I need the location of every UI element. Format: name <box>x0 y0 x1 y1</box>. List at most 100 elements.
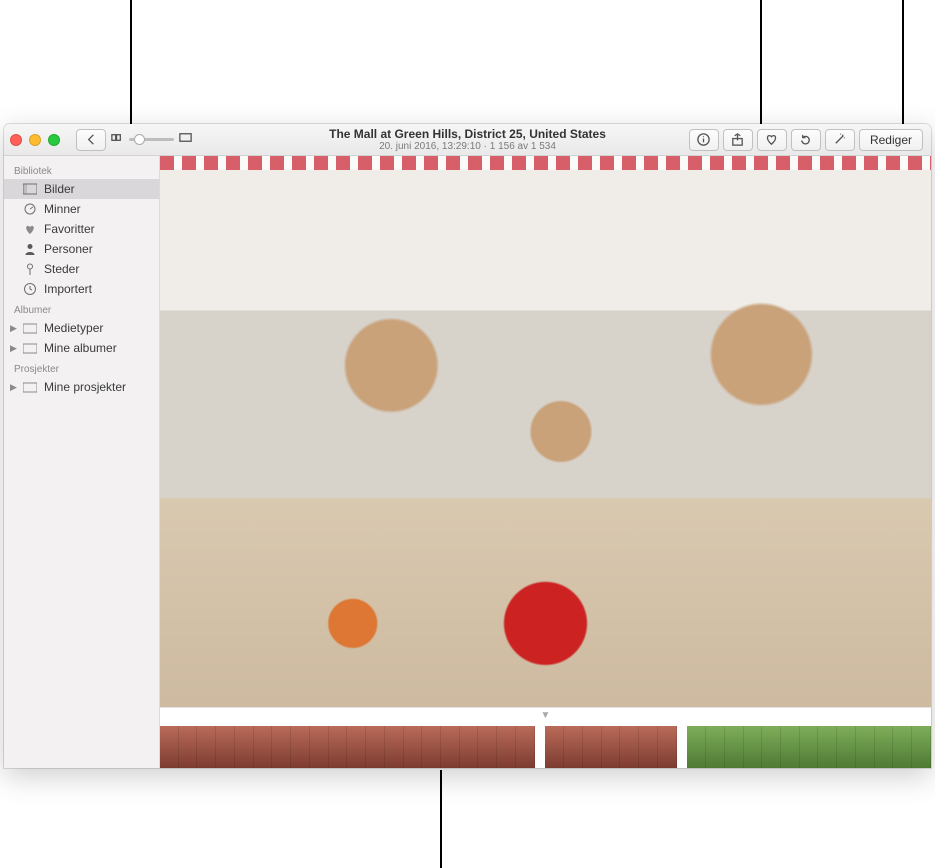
thumbnail[interactable] <box>516 726 535 768</box>
thumbnail[interactable] <box>385 726 404 768</box>
sidebar-item-myprojects[interactable]: ▶ Mine prosjekter <box>4 377 159 397</box>
thumbnail[interactable] <box>875 726 894 768</box>
fullscreen-button[interactable] <box>48 134 60 146</box>
photo-viewer[interactable] <box>160 156 931 707</box>
thumbnail[interactable] <box>160 726 179 768</box>
heart-icon <box>764 132 779 147</box>
main-content: ▼ <box>160 156 931 768</box>
zoom-slider-group <box>110 130 193 150</box>
thumbnail[interactable] <box>179 726 198 768</box>
sidebar-item-myalbums[interactable]: ▶ Mine albumer <box>4 338 159 358</box>
sidebar-item-label: Bilder <box>44 182 75 196</box>
folder-icon <box>22 321 38 335</box>
back-button[interactable] <box>76 129 106 151</box>
auto-enhance-button[interactable] <box>825 129 855 151</box>
callout-line <box>902 0 904 126</box>
favorite-button[interactable] <box>757 129 787 151</box>
right-toolbar: Rediger <box>687 129 925 151</box>
thumbnail[interactable] <box>564 726 583 768</box>
photos-icon <box>22 182 38 196</box>
thumbnail[interactable] <box>706 726 725 768</box>
sidebar-item-photos[interactable]: Bilder <box>4 179 159 199</box>
thumbnail[interactable] <box>781 726 800 768</box>
sidebar-item-imported[interactable]: Importert <box>4 279 159 299</box>
thumbnail[interactable] <box>254 726 273 768</box>
share-icon <box>730 132 745 147</box>
magic-wand-icon <box>832 132 847 147</box>
disclosure-triangle-icon[interactable]: ▶ <box>10 382 20 393</box>
thumbnail[interactable] <box>497 726 516 768</box>
minimize-button[interactable] <box>29 134 41 146</box>
thumbnail[interactable] <box>818 726 837 768</box>
sidebar-item-favorites[interactable]: Favoritter <box>4 219 159 239</box>
heart-icon <box>22 222 38 236</box>
sidebar-header-albums: Albumer <box>4 299 159 318</box>
disclosure-triangle-icon[interactable]: ▶ <box>10 343 20 354</box>
info-button[interactable] <box>689 129 719 151</box>
thumbnail[interactable] <box>800 726 819 768</box>
thumbnail[interactable] <box>460 726 479 768</box>
thumbnail[interactable] <box>744 726 763 768</box>
sidebar-item-places[interactable]: Steder <box>4 259 159 279</box>
thumbnail[interactable] <box>837 726 856 768</box>
thumbnail-filmstrip[interactable] <box>160 726 931 768</box>
thumbnail[interactable] <box>762 726 781 768</box>
thumbnail[interactable] <box>856 726 875 768</box>
thumbnail[interactable] <box>687 726 706 768</box>
pin-icon <box>22 262 38 276</box>
sidebar-item-memories[interactable]: Minner <box>4 199 159 219</box>
window-controls <box>10 134 60 146</box>
share-button[interactable] <box>723 129 753 151</box>
thumbnail[interactable] <box>291 726 310 768</box>
thumbnail[interactable] <box>310 726 329 768</box>
thumbnail-gap <box>535 726 546 768</box>
thumbnail[interactable] <box>639 726 658 768</box>
sidebar-item-label: Personer <box>44 242 93 256</box>
disclosure-triangle-icon[interactable]: ▶ <box>10 323 20 334</box>
thumbnail[interactable] <box>478 726 497 768</box>
info-icon <box>696 132 711 147</box>
sidebar-item-label: Steder <box>44 262 79 276</box>
thumbnail[interactable] <box>366 726 385 768</box>
sidebar-item-mediatypes[interactable]: ▶ Medietyper <box>4 318 159 338</box>
callout-line <box>130 0 132 132</box>
chevron-left-icon <box>84 132 99 147</box>
thumbnail[interactable] <box>725 726 744 768</box>
thumbnail[interactable] <box>235 726 254 768</box>
zoom-in-icon <box>178 130 193 150</box>
app-window: The Mall at Green Hills, District 25, Un… <box>4 124 931 768</box>
zoom-slider[interactable] <box>129 138 174 141</box>
edit-button[interactable]: Rediger <box>859 129 923 151</box>
thumbnail[interactable] <box>216 726 235 768</box>
sidebar-item-people[interactable]: Personer <box>4 239 159 259</box>
callout-line <box>440 770 442 868</box>
rotate-button[interactable] <box>791 129 821 151</box>
thumbnail[interactable] <box>347 726 366 768</box>
thumbnail[interactable] <box>272 726 291 768</box>
zoom-slider-thumb[interactable] <box>134 134 145 145</box>
thumbnail[interactable] <box>329 726 348 768</box>
thumbnail[interactable] <box>658 726 677 768</box>
thumbnail[interactable] <box>583 726 602 768</box>
window-body: Bibliotek Bilder Minner Favoritter <box>4 156 931 768</box>
thumbnail[interactable] <box>422 726 441 768</box>
thumbnail[interactable] <box>441 726 460 768</box>
sidebar-item-label: Favoritter <box>44 222 95 236</box>
thumbnail[interactable] <box>893 726 912 768</box>
titlebar: The Mall at Green Hills, District 25, Un… <box>4 124 931 156</box>
thumbnail[interactable] <box>912 726 931 768</box>
rotate-icon <box>798 132 813 147</box>
thumbnail[interactable] <box>197 726 216 768</box>
close-button[interactable] <box>10 134 22 146</box>
thumbnail[interactable] <box>404 726 423 768</box>
photo-image <box>160 156 931 707</box>
sidebar-header-projects: Prosjekter <box>4 358 159 377</box>
thumbnail-gap <box>677 726 688 768</box>
thumbnail[interactable] <box>620 726 639 768</box>
callout-line <box>760 0 762 126</box>
sidebar: Bibliotek Bilder Minner Favoritter <box>4 156 160 768</box>
thumbnail[interactable] <box>602 726 621 768</box>
clock-icon <box>22 282 38 296</box>
thumbnail[interactable] <box>545 726 564 768</box>
filmstrip-handle-icon[interactable]: ▼ <box>541 710 551 721</box>
